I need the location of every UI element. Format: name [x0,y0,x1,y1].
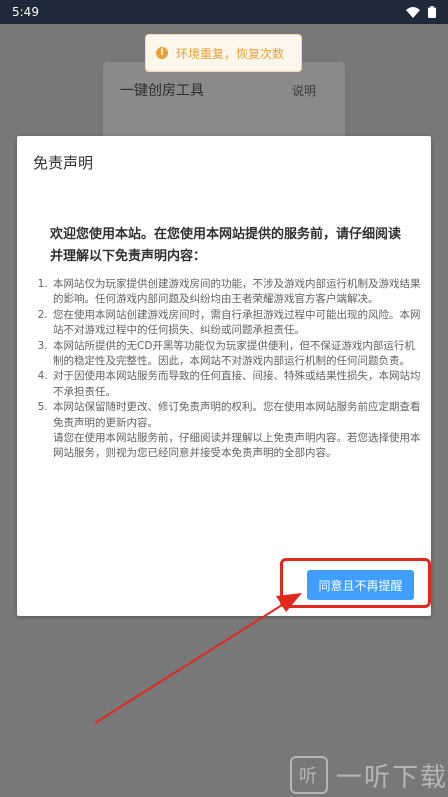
site-watermark: 听 一听下载 [290,756,448,794]
watermark-logo: 听 [290,756,328,794]
annotation-arrow [94,593,302,724]
watermark-text: 一听下载 [336,762,448,793]
